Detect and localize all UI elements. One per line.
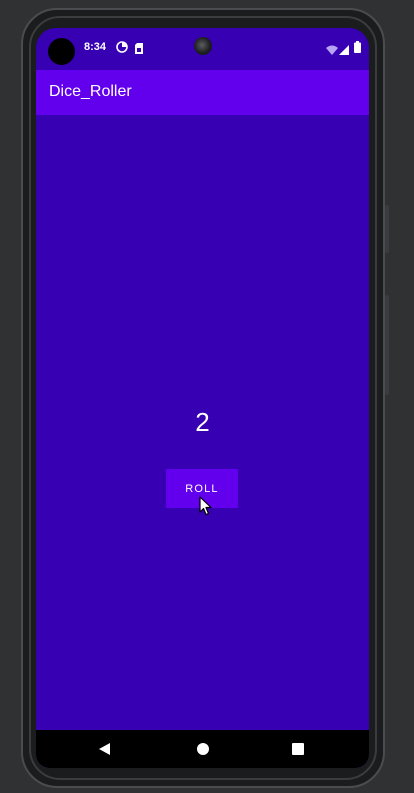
back-icon[interactable] [95, 739, 115, 759]
emulator-stage: 8:34 Dice_Roller 2 ROLL [0, 0, 414, 793]
signal-icon [339, 42, 349, 60]
app-bar: Dice_Roller [36, 70, 369, 115]
recents-icon[interactable] [288, 739, 308, 759]
front-camera [194, 37, 212, 55]
wifi-icon [326, 42, 338, 60]
device-screen: 8:34 Dice_Roller 2 ROLL [36, 28, 369, 768]
app-title: Dice_Roller [49, 83, 132, 100]
data-saver-icon [116, 40, 128, 58]
status-bar: 8:34 [36, 28, 369, 70]
volume-button[interactable] [385, 295, 389, 395]
power-button[interactable] [385, 205, 389, 253]
battery-icon [354, 40, 361, 58]
sim-card-icon [134, 41, 144, 59]
home-icon[interactable] [193, 739, 213, 759]
status-time: 8:34 [84, 41, 107, 53]
mouse-pointer-icon [199, 496, 213, 521]
main-content: 2 ROLL [36, 115, 369, 730]
punch-hole-camera [48, 38, 75, 65]
navigation-bar [36, 730, 369, 768]
dice-result-text: 2 [195, 407, 210, 437]
